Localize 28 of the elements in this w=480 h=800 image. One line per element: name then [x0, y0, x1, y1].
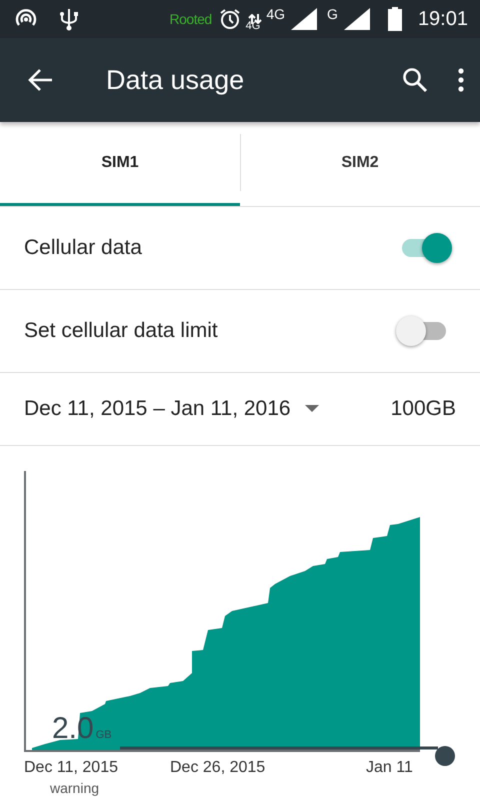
- warning-label: warning: [50, 780, 100, 796]
- warning-unit: GB: [96, 729, 112, 741]
- dropdown-caret-icon: [304, 405, 319, 413]
- sim-tab[interactable]: SIM1: [0, 122, 240, 206]
- signal-icon: [344, 8, 370, 30]
- rooted-label: Rooted: [170, 11, 212, 27]
- billing-cycle-dropdown[interactable]: Dec 11, 2015 – Jan 11, 2016: [24, 397, 291, 421]
- back-arrow-icon: [28, 68, 54, 92]
- search-button[interactable]: [402, 67, 428, 93]
- data-total: 100GB: [390, 397, 456, 421]
- network-label: 4G: [266, 6, 286, 22]
- setting-label: Cellular data: [24, 236, 143, 260]
- menu-icon: [458, 68, 464, 92]
- alarm-clock-icon: [218, 7, 242, 31]
- x-axis-label: Dec 26, 2015: [170, 759, 266, 777]
- x-axis-label: Dec 11, 2015: [24, 759, 118, 777]
- more-options-button[interactable]: [458, 68, 464, 92]
- network-label: G: [327, 6, 338, 22]
- sim-tab[interactable]: SIM2: [240, 122, 480, 206]
- clock-time: 19:01: [418, 8, 468, 30]
- search-icon: [402, 67, 428, 93]
- x-axis-label: Jan 11: [366, 759, 413, 777]
- usb-icon: [58, 7, 80, 31]
- battery-icon: [388, 7, 402, 31]
- setting-label: Set cellular data limit: [24, 319, 219, 343]
- screen-title: Data usage: [106, 64, 246, 96]
- signal-icon: [291, 8, 318, 30]
- back-button[interactable]: [28, 68, 54, 92]
